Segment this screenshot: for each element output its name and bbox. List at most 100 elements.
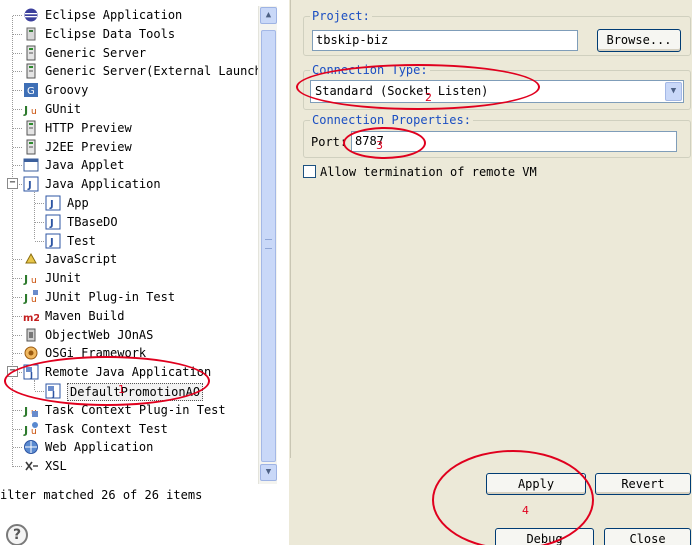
tree-item-label: J2EE Preview — [45, 139, 132, 154]
tree-item-label: JavaScript — [45, 252, 118, 267]
tree-item[interactable]: Generic Server(External Launch) — [0, 62, 258, 81]
tree-item[interactable]: J Test — [0, 232, 258, 251]
tree-item-label: JUnit Plug-in Test — [45, 290, 176, 304]
tree-connector-line — [13, 146, 22, 148]
tree-item[interactable]: − J Java Application — [0, 175, 258, 194]
tree-item-label: Maven Build — [45, 308, 125, 323]
java-app-icon: J — [45, 195, 61, 211]
tree-item[interactable]: HTTP Preview — [0, 119, 258, 138]
tree-item-label: GUnit — [45, 102, 82, 116]
tree-guide-line — [34, 192, 35, 240]
tree-item[interactable]: Eclipse Application — [0, 6, 258, 25]
tree-item-label: App — [67, 196, 89, 210]
tree-item[interactable]: JavaScript — [0, 250, 258, 269]
allow-termination-label: Allow termination of remote VM — [320, 165, 537, 179]
tree-item-label: JUnit — [45, 271, 82, 286]
tree-item-label: ObjectWeb JOnAS — [45, 327, 154, 342]
tree-connector-line — [13, 259, 22, 261]
tree-item[interactable]: Ju Task Context Test — [0, 420, 258, 439]
tree-item[interactable]: Ju JUnit Plug-in Test — [0, 288, 258, 307]
tree-connector-line — [13, 315, 22, 317]
tree-connector-line — [35, 221, 44, 223]
tree-item-label: TBaseDO — [67, 214, 118, 229]
launch-config-tree: Eclipse Application Eclipse Data Tools Gen… — [0, 6, 258, 484]
svg-text:G: G — [27, 86, 35, 97]
tree-connector-line — [13, 428, 22, 430]
gunit-icon: Ju — [23, 101, 39, 117]
tree-item-label: Java Application — [45, 177, 161, 192]
tree-connector-line — [13, 409, 22, 411]
tree-item[interactable]: Ju JUnit — [0, 269, 258, 288]
allow-termination-checkbox[interactable] — [303, 165, 316, 178]
collapse-icon[interactable]: − — [7, 178, 18, 190]
chevron-down-icon[interactable]: ▼ — [665, 82, 682, 101]
tree-item-label: Web Application — [45, 440, 154, 455]
svg-text:J: J — [49, 199, 54, 210]
annotation-number-4: 4 — [522, 504, 529, 517]
maven-icon: m2 — [23, 308, 40, 324]
data-tools-icon — [23, 26, 39, 42]
tree-item[interactable]: Eclipse Data Tools — [0, 25, 258, 44]
scroll-down-icon[interactable]: ▼ — [260, 464, 277, 481]
eclipse-icon — [23, 7, 39, 23]
tree-item[interactable]: Generic Server — [0, 44, 258, 63]
server-icon — [23, 120, 39, 136]
tree-connector-line — [13, 334, 22, 336]
junit-plugin-icon: Ju — [23, 289, 39, 305]
task-test-icon: Ju — [23, 421, 39, 437]
tree-item[interactable]: Web Application — [0, 438, 258, 457]
tree-connector-line — [13, 71, 22, 73]
svg-text:J: J — [27, 180, 32, 191]
help-icon[interactable]: ? — [6, 524, 28, 545]
tree-connector-line — [13, 466, 22, 468]
osgi-icon — [23, 345, 39, 361]
tree-connector-line — [13, 278, 22, 280]
task-plugin-icon: Ju — [23, 402, 39, 418]
tree-item[interactable]: Java Applet — [0, 156, 258, 175]
browse-button[interactable]: Browse... — [597, 29, 681, 52]
grip-icon — [265, 239, 272, 249]
groovy-icon: G — [23, 82, 39, 98]
tree-item-label: Generic Server — [45, 45, 147, 60]
junit-icon: Ju — [23, 270, 39, 286]
tree-item[interactable]: J App — [0, 194, 258, 213]
tree-item-label: HTTP Preview — [45, 120, 132, 135]
tree-connector-line — [13, 165, 22, 167]
project-field[interactable]: tbskip-biz — [312, 30, 578, 51]
project-group-title: Project: — [310, 9, 372, 23]
tree-item[interactable]: Ju GUnit — [0, 100, 258, 119]
tree-item[interactable]: J2EE Preview — [0, 138, 258, 157]
tree-connector-line — [13, 353, 22, 355]
tree-item-label: XSL — [45, 459, 67, 474]
tree-connector-line — [13, 297, 22, 298]
browse-button-label: Browse... — [606, 33, 672, 47]
annotation-number-3: 3 — [376, 139, 383, 152]
tree-item-label: Test — [67, 233, 96, 248]
close-button[interactable]: Close — [604, 528, 691, 545]
svg-text:J: J — [49, 218, 54, 229]
server-icon — [23, 45, 39, 61]
svg-text:J: J — [23, 104, 28, 117]
close-button-label: Close — [629, 532, 666, 545]
tree-scrollbar[interactable]: ▲ ▼ — [258, 6, 277, 484]
scrollbar-thumb[interactable] — [261, 30, 276, 462]
annotation-oval-3 — [343, 127, 426, 159]
tree-item[interactable]: G Groovy — [0, 81, 258, 100]
annotation-number-2: 2 — [425, 91, 432, 104]
svg-text:J: J — [23, 292, 28, 305]
java-app-icon: J — [45, 214, 61, 230]
jonas-icon — [23, 327, 39, 343]
launch-config-tree-panel: Eclipse Application Eclipse Data Tools Gen… — [0, 0, 280, 512]
port-label: Port: — [311, 135, 348, 149]
tree-item-label: Groovy — [45, 83, 89, 98]
tree-connector-line — [13, 15, 22, 16]
tree-item[interactable]: ObjectWeb JOnAS — [0, 326, 258, 345]
svg-text:u: u — [31, 427, 37, 437]
svg-text:m2: m2 — [23, 313, 39, 324]
tree-connector-line — [13, 127, 22, 129]
tree-item[interactable]: J TBaseDO — [0, 213, 258, 232]
tree-item[interactable]: XSL — [0, 457, 258, 476]
tree-item[interactable]: m2 Maven Build — [0, 307, 258, 326]
scroll-up-icon[interactable]: ▲ — [260, 7, 277, 24]
revert-button[interactable]: Revert — [595, 473, 691, 495]
